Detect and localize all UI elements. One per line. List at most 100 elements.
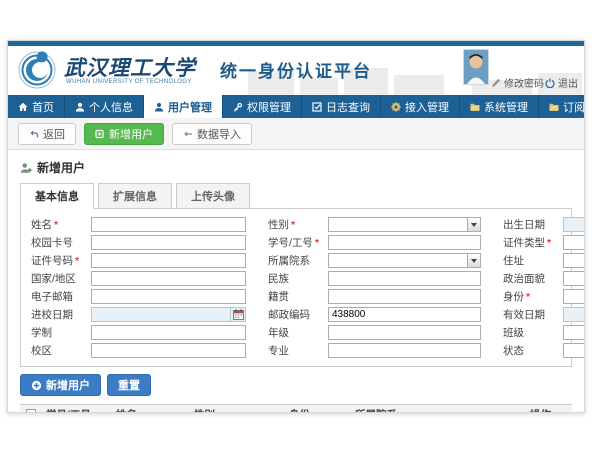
form-field-identity: 身份* xyxy=(503,289,585,304)
header: 武汉理工大学 WUHAN UNIVERSITY OF TECHNOLOGY 统一… xyxy=(8,46,584,95)
grade-input[interactable] xyxy=(328,325,481,340)
status-input-wrap xyxy=(563,343,585,358)
submit-add-user-button[interactable]: 新增用户 xyxy=(20,374,101,396)
address-input[interactable] xyxy=(563,253,585,268)
id-number-input[interactable] xyxy=(91,253,246,268)
ethnicity-input[interactable] xyxy=(328,271,481,286)
table-column-actions: 操作 xyxy=(526,407,572,414)
user-avatar[interactable] xyxy=(463,49,489,85)
name-input-wrap xyxy=(91,217,246,232)
field-label: 学号/工号* xyxy=(268,235,328,250)
campus-input[interactable] xyxy=(91,343,246,358)
table-column-identity: 身份 xyxy=(285,407,351,414)
form-field-department: 所属院系 xyxy=(268,253,481,268)
nav-item-access[interactable]: 接入管理 xyxy=(381,95,460,118)
back-button[interactable]: 返回 xyxy=(18,123,76,145)
field-label: 籍贯 xyxy=(268,289,328,304)
ethnicity-input-wrap xyxy=(328,271,481,286)
field-label: 专业 xyxy=(268,343,328,358)
name-input[interactable] xyxy=(91,217,246,232)
form-grid: 姓名*性别*出生日期校园卡号学号/工号*证件类型*证件号码*所属院系住址国家/地… xyxy=(31,217,561,358)
id-type-input[interactable] xyxy=(563,235,585,250)
back-arrow-icon xyxy=(29,129,39,139)
logout-label: 退出 xyxy=(558,75,578,90)
calendar-icon[interactable] xyxy=(230,307,246,322)
tab-basic-info[interactable]: 基本信息 xyxy=(20,183,94,209)
native-place-input[interactable] xyxy=(328,289,481,304)
status-input[interactable] xyxy=(563,343,585,358)
form-field-postal-code: 邮政编码 xyxy=(268,307,481,322)
folder-icon xyxy=(549,102,559,112)
chevron-down-icon[interactable] xyxy=(467,253,481,268)
user-icon xyxy=(154,102,164,112)
data-import-button[interactable]: 数据导入 xyxy=(172,123,252,145)
nav-item-logs[interactable]: 日志查询 xyxy=(302,95,381,118)
birth-date-input-wrap xyxy=(563,217,585,232)
email-input[interactable] xyxy=(91,289,246,304)
postal-code-input[interactable] xyxy=(328,307,481,322)
platform-title: 统一身份认证平台 xyxy=(220,57,372,82)
form-field-campus: 校区 xyxy=(31,343,246,358)
nav-item-profile[interactable]: 个人信息 xyxy=(65,95,144,118)
nav-item-system[interactable]: 系统管理 xyxy=(460,95,539,118)
chevron-down-icon[interactable] xyxy=(467,217,481,232)
major-input[interactable] xyxy=(328,343,481,358)
select-all-cell xyxy=(20,409,42,413)
form-field-major: 专业 xyxy=(268,343,481,358)
form-field-country: 国家/地区 xyxy=(31,271,246,286)
address-input-wrap xyxy=(563,253,585,268)
department-select[interactable] xyxy=(328,253,467,268)
gender-input-wrap xyxy=(328,217,481,232)
form-field-birth-date: 出生日期 xyxy=(503,217,585,232)
nav-item-permissions[interactable]: 权限管理 xyxy=(223,95,302,118)
form-field-name: 姓名* xyxy=(31,217,246,232)
entry-date-date-input[interactable] xyxy=(91,307,230,322)
university-name-cn: 武汉理工大学 xyxy=(64,52,196,82)
tab-extended-info[interactable]: 扩展信息 xyxy=(98,183,172,209)
form-field-class: 班级 xyxy=(503,325,585,340)
nav-item-home[interactable]: 首页 xyxy=(8,95,65,118)
identity-input-wrap xyxy=(563,289,585,304)
form-panel: 姓名*性别*出生日期校园卡号学号/工号*证件类型*证件号码*所属院系住址国家/地… xyxy=(20,208,572,367)
postal-code-input-wrap xyxy=(328,307,481,322)
field-label: 进校日期 xyxy=(31,307,91,322)
country-input[interactable] xyxy=(91,271,246,286)
required-asterisk: * xyxy=(315,237,319,249)
add-user-icon xyxy=(95,129,105,139)
education-length-input-wrap xyxy=(91,325,246,340)
student-id-input-wrap xyxy=(328,235,481,250)
student-id-input[interactable] xyxy=(328,235,481,250)
class-input[interactable] xyxy=(563,325,585,340)
add-user-toolbar-button[interactable]: 新增用户 xyxy=(84,123,164,145)
nav-item-subscription[interactable]: 订阅管理 xyxy=(539,95,585,118)
tab-upload-avatar[interactable]: 上传头像 xyxy=(176,183,250,209)
select-all-checkbox[interactable] xyxy=(26,409,36,413)
field-label: 出生日期 xyxy=(503,217,563,232)
logout-link[interactable]: 退出 xyxy=(545,75,578,90)
campus-card-input[interactable] xyxy=(91,235,246,250)
skyline-decoration xyxy=(394,75,444,95)
app-window: 武汉理工大学 WUHAN UNIVERSITY OF TECHNOLOGY 统一… xyxy=(7,40,585,413)
birth-date-date-input[interactable] xyxy=(563,217,585,232)
field-label: 住址 xyxy=(503,253,563,268)
valid-date-date-input[interactable] xyxy=(563,307,585,322)
form-field-status: 状态 xyxy=(503,343,585,358)
table-column-student-id: 学号/工号 xyxy=(42,407,112,414)
gender-select[interactable] xyxy=(328,217,467,232)
change-password-link[interactable]: 修改密码 xyxy=(491,75,544,90)
field-label: 邮政编码 xyxy=(268,307,328,322)
identity-input[interactable] xyxy=(563,289,585,304)
political-status-input[interactable] xyxy=(563,271,585,286)
education-length-input[interactable] xyxy=(91,325,246,340)
nav-item-label: 订阅管理 xyxy=(563,99,585,115)
field-label: 有效日期 xyxy=(503,307,563,322)
field-label: 状态 xyxy=(503,343,563,358)
field-label: 校区 xyxy=(31,343,91,358)
back-button-label: 返回 xyxy=(43,126,65,142)
reset-button[interactable]: 重置 xyxy=(107,374,151,396)
form-field-id-number: 证件号码* xyxy=(31,253,246,268)
nav-item-users[interactable]: 用户管理 xyxy=(144,95,223,118)
required-asterisk: * xyxy=(547,237,551,249)
key-icon xyxy=(233,102,243,112)
data-import-label: 数据导入 xyxy=(197,126,241,142)
